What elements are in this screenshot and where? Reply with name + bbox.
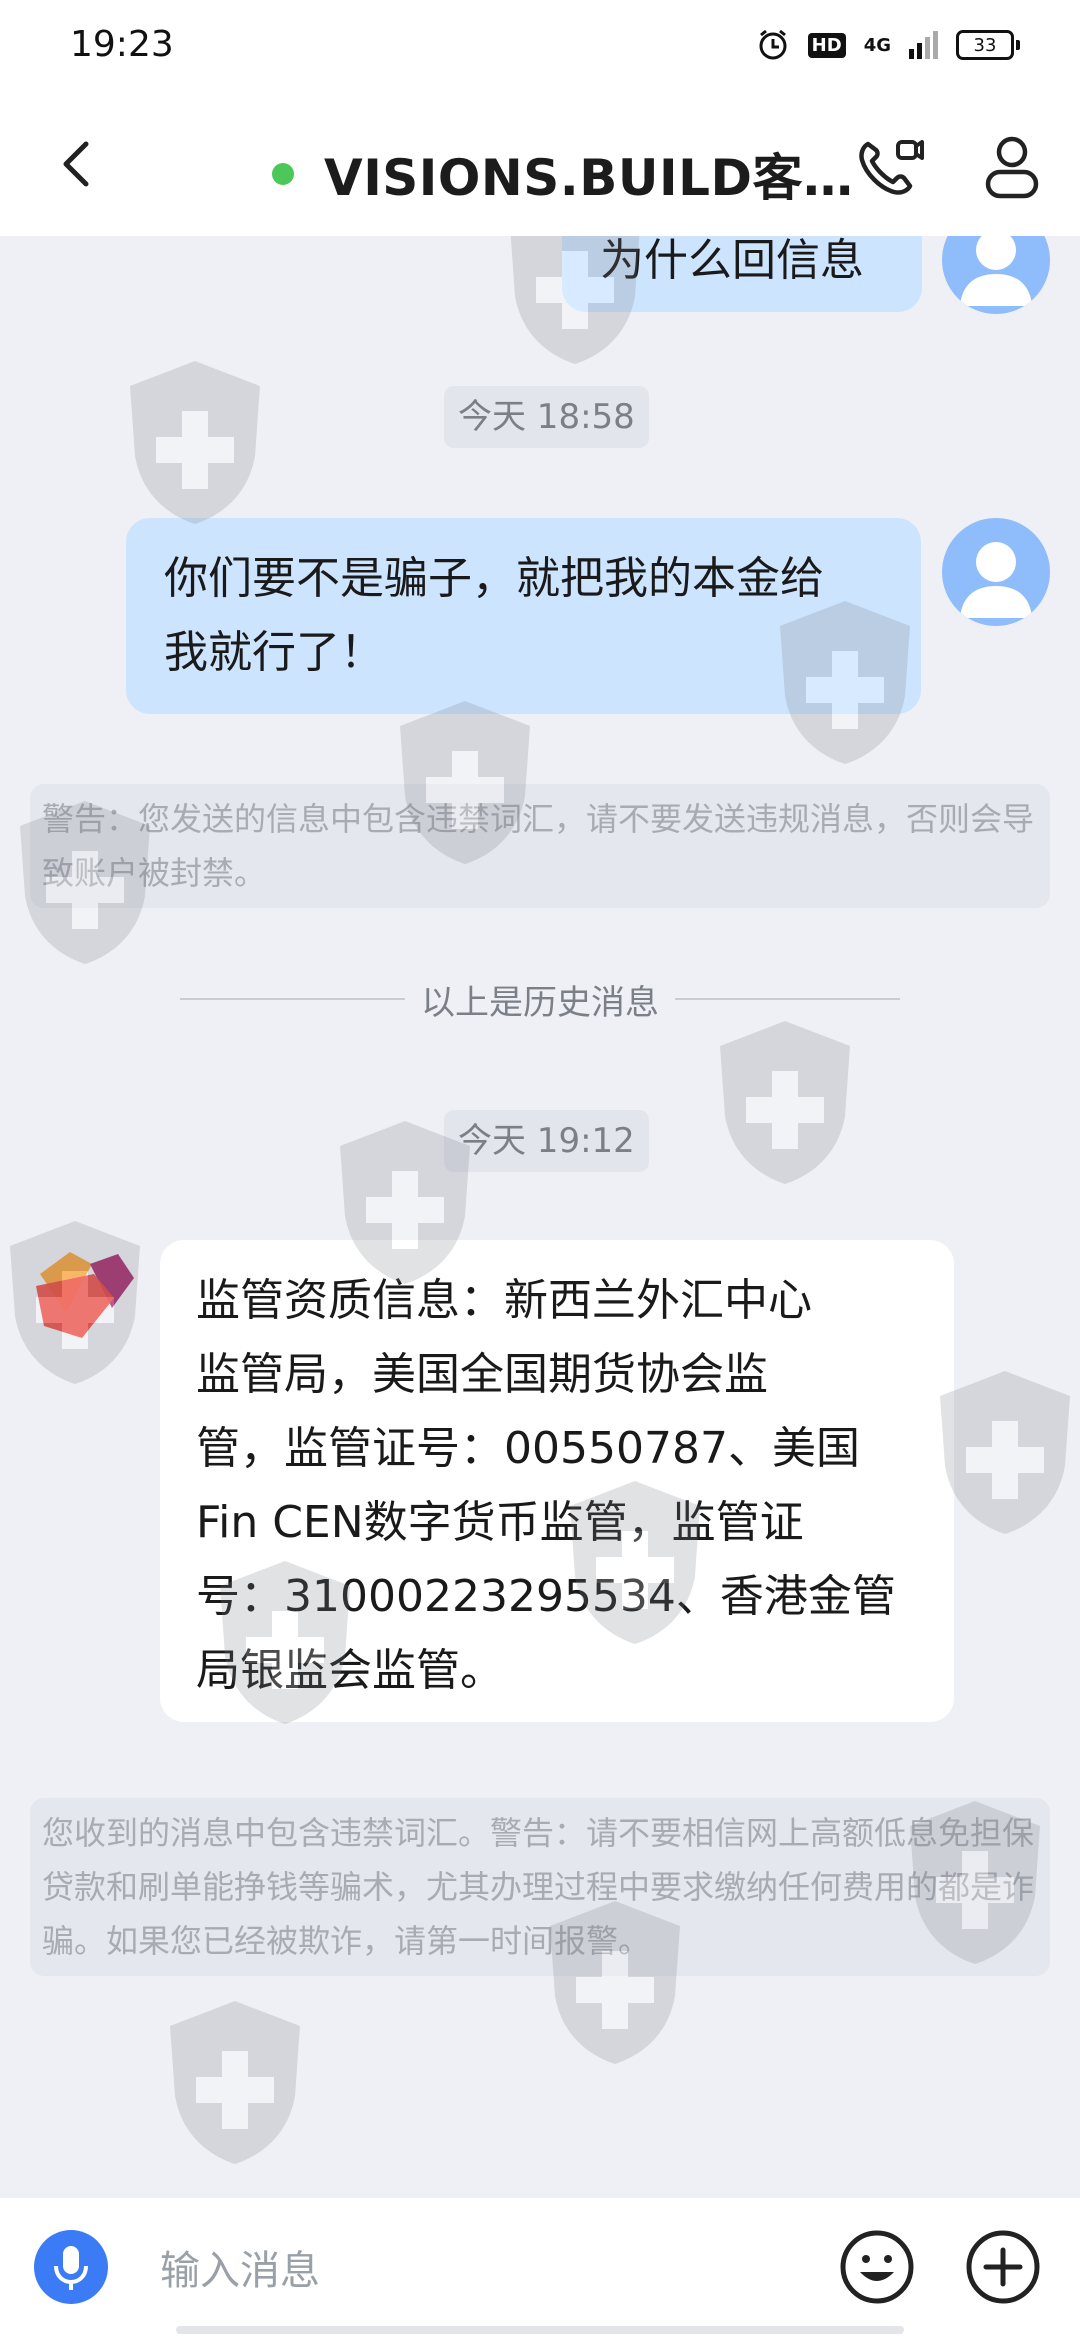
chat-area[interactable]: 为什么回信息 今天 18:58 你们要不是骗子，就把我的本金给 我就行了！ 警告… [0, 236, 1080, 2198]
smiley-icon[interactable] [838, 2228, 916, 2306]
back-icon[interactable] [48, 134, 108, 194]
plus-circle-icon[interactable] [964, 2228, 1042, 2306]
shield-watermark-icon [510, 236, 640, 364]
timestamp: 今天 18:58 [444, 386, 649, 448]
status-bar: 19:23 HD 4G 33 [0, 0, 1080, 100]
person-icon[interactable] [982, 134, 1042, 200]
shield-watermark-icon [20, 801, 150, 964]
message-text-line: 监管局，美国全国期货协会监 [196, 1349, 768, 1400]
shield-watermark-icon [720, 1021, 850, 1184]
shield-watermark-icon [570, 1481, 700, 1644]
contact-name: VISIONS.BUILD客… [324, 149, 854, 207]
status-time: 19:23 [70, 24, 174, 65]
online-status-dot [272, 163, 294, 185]
history-divider-label: 以上是历史消息 [421, 982, 659, 1023]
message-text-line: Fin CEN数字货币监管，监管证 [196, 1497, 804, 1548]
shield-watermark-icon [400, 701, 530, 864]
shield-watermark-icon [910, 1801, 1040, 1964]
system-icons: HD 4G 33 [756, 28, 1020, 62]
user-avatar[interactable] [942, 518, 1050, 626]
warning-sent-notice: 警告：您发送的信息中包含违禁词汇，请不要发送违规消息，否则会导致账户被封禁。 [30, 784, 1050, 908]
signal-icon [909, 31, 938, 59]
message-text-line: 管，监管证号：00550787、美国 [196, 1423, 860, 1474]
shield-watermark-icon [940, 1371, 1070, 1534]
shield-watermark-icon [10, 1221, 140, 1384]
microphone-icon[interactable] [34, 2230, 108, 2304]
shield-watermark-icon [170, 2001, 300, 2164]
network-label: 4G [863, 34, 891, 56]
message-text-line: 我就行了！ [164, 627, 384, 678]
battery-icon: 33 [956, 30, 1020, 60]
chat-title[interactable]: VISIONS.BUILD客… [272, 138, 853, 210]
chat-header: VISIONS.BUILD客… [0, 100, 1080, 236]
message-input[interactable]: 输入消息 [160, 2238, 320, 2296]
shield-watermark-icon [550, 1901, 680, 2064]
battery-level: 33 [956, 30, 1014, 60]
message-text-line: 你们要不是骗子，就把我的本金给 [164, 553, 824, 604]
home-indicator [176, 2326, 904, 2334]
hd-icon: HD [807, 32, 846, 58]
alarm-icon [759, 29, 787, 60]
phone-call-icon[interactable] [854, 136, 924, 200]
shield-watermark-icon [780, 601, 910, 764]
message-text-line: 监管资质信息：新西兰外汇中心 [196, 1275, 812, 1326]
message-input-bar: 输入消息 [0, 2198, 1080, 2340]
shield-watermark-icon [220, 1561, 350, 1724]
shield-watermark-icon [340, 1121, 470, 1284]
shield-watermark-icon [130, 361, 260, 524]
user-avatar[interactable] [942, 236, 1050, 314]
